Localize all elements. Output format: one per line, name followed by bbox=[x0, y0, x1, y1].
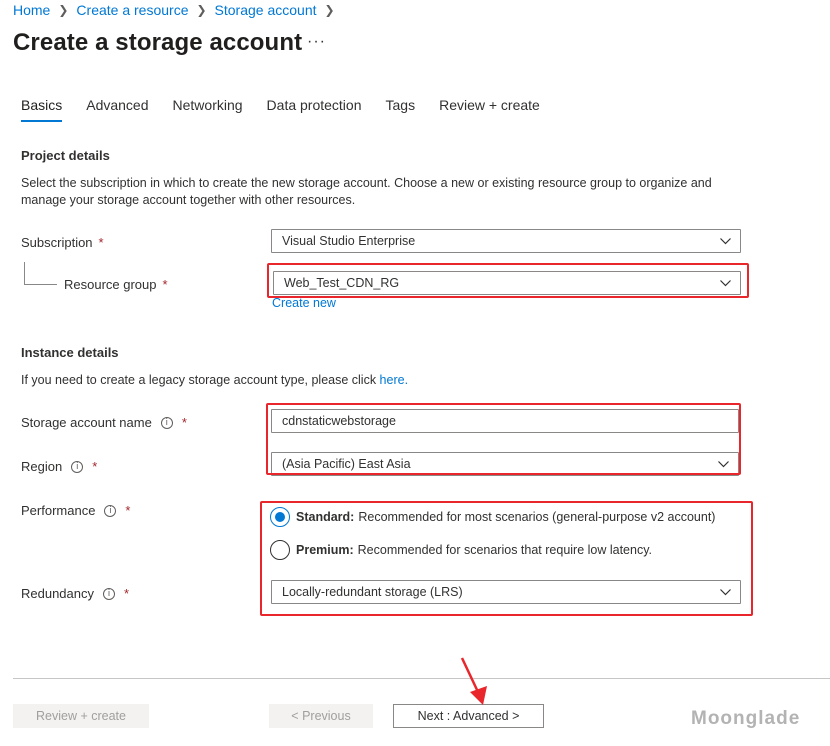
performance-label-text: Performance bbox=[21, 503, 96, 518]
page-title: Create a storage account bbox=[13, 29, 303, 56]
review-create-button[interactable]: Review + create bbox=[13, 704, 149, 728]
chevron-down-icon bbox=[720, 589, 731, 596]
storage-account-name-value: cdnstaticwebstorage bbox=[282, 414, 396, 428]
standard-description: Recommended for most scenarios (general-… bbox=[358, 510, 716, 524]
resource-group-label: Resource group * bbox=[64, 277, 168, 292]
chevron-down-icon bbox=[720, 238, 731, 245]
tab-basics[interactable]: Basics bbox=[21, 97, 63, 122]
required-marker: * bbox=[181, 415, 187, 430]
create-new-link[interactable]: Create new bbox=[272, 296, 336, 310]
required-marker: * bbox=[125, 503, 131, 518]
tab-advanced[interactable]: Advanced bbox=[86, 97, 148, 122]
info-icon[interactable]: i bbox=[104, 504, 117, 517]
tree-connector bbox=[24, 284, 57, 285]
tab-networking[interactable]: Networking bbox=[173, 97, 243, 122]
region-label: Region i * bbox=[21, 459, 97, 474]
performance-standard-radio[interactable]: Standard: Recommended for most scenarios… bbox=[270, 507, 715, 527]
region-select[interactable]: (Asia Pacific) East Asia bbox=[271, 452, 739, 476]
instance-description-text: If you need to create a legacy storage a… bbox=[21, 373, 380, 387]
storage-account-name-label: Storage account name i * bbox=[21, 415, 187, 430]
storage-account-name-input[interactable]: cdnstaticwebstorage bbox=[271, 409, 739, 433]
premium-title: Premium: bbox=[296, 543, 354, 557]
next-advanced-button[interactable]: Next : Advanced > bbox=[393, 704, 544, 728]
required-marker: * bbox=[92, 459, 98, 474]
performance-premium-radio[interactable]: Premium: Recommended for scenarios that … bbox=[270, 540, 652, 560]
chevron-down-icon bbox=[720, 280, 731, 287]
subscription-select[interactable]: Visual Studio Enterprise bbox=[271, 229, 741, 253]
subscription-value: Visual Studio Enterprise bbox=[282, 234, 416, 248]
breadcrumb-storage-account[interactable]: Storage account bbox=[215, 2, 317, 18]
required-marker: * bbox=[124, 586, 130, 601]
radio-unselected-icon bbox=[270, 540, 290, 560]
tree-connector bbox=[24, 262, 25, 284]
breadcrumb-home[interactable]: Home bbox=[13, 2, 50, 18]
region-value: (Asia Pacific) East Asia bbox=[282, 457, 411, 471]
subscription-label-text: Subscription bbox=[21, 235, 93, 250]
page: Home ❯ Create a resource ❯ Storage accou… bbox=[0, 0, 830, 746]
region-label-text: Region bbox=[21, 459, 63, 474]
redundancy-label-text: Redundancy bbox=[21, 586, 94, 601]
info-icon[interactable]: i bbox=[71, 460, 84, 473]
tab-tags[interactable]: Tags bbox=[386, 97, 416, 122]
legacy-account-link[interactable]: here. bbox=[380, 373, 409, 387]
required-marker: * bbox=[98, 235, 104, 250]
chevron-down-icon bbox=[718, 461, 729, 468]
chevron-right-icon: ❯ bbox=[58, 3, 69, 17]
instance-details-description: If you need to create a legacy storage a… bbox=[21, 372, 751, 389]
watermark-text: Moonglade bbox=[691, 708, 801, 729]
redundancy-select[interactable]: Locally-redundant storage (LRS) bbox=[271, 580, 741, 604]
required-marker: * bbox=[162, 277, 168, 292]
tab-data-protection[interactable]: Data protection bbox=[267, 97, 362, 122]
chevron-right-icon: ❯ bbox=[196, 3, 207, 17]
resource-group-value: Web_Test_CDN_RG bbox=[284, 276, 400, 290]
project-details-description: Select the subscription in which to crea… bbox=[21, 176, 712, 207]
resource-group-select[interactable]: Web_Test_CDN_RG bbox=[273, 271, 741, 295]
chevron-right-icon: ❯ bbox=[324, 3, 335, 17]
redundancy-value: Locally-redundant storage (LRS) bbox=[282, 585, 463, 599]
premium-description: Recommended for scenarios that require l… bbox=[357, 543, 653, 557]
standard-title: Standard: bbox=[296, 510, 355, 524]
project-details-heading: Project details bbox=[21, 148, 110, 163]
more-options-icon[interactable]: ··· bbox=[307, 33, 326, 51]
info-icon[interactable]: i bbox=[103, 587, 115, 600]
info-icon[interactable]: i bbox=[160, 416, 173, 429]
breadcrumb: Home ❯ Create a resource ❯ Storage accou… bbox=[13, 2, 343, 18]
performance-label: Performance i * bbox=[21, 503, 130, 518]
tab-review-create[interactable]: Review + create bbox=[439, 97, 540, 122]
footer-divider bbox=[13, 678, 830, 679]
red-arrow-icon bbox=[460, 657, 487, 705]
resource-group-label-text: Resource group bbox=[64, 277, 157, 292]
previous-button[interactable]: < Previous bbox=[269, 704, 373, 728]
tab-bar: Basics Advanced Networking Data protecti… bbox=[21, 97, 564, 122]
subscription-label: Subscription * bbox=[21, 235, 104, 250]
breadcrumb-create-resource[interactable]: Create a resource bbox=[76, 2, 188, 18]
radio-selected-icon bbox=[270, 507, 290, 527]
redundancy-label: Redundancy i * bbox=[21, 586, 129, 601]
instance-details-heading: Instance details bbox=[21, 345, 119, 360]
storage-account-name-label-text: Storage account name bbox=[21, 415, 152, 430]
